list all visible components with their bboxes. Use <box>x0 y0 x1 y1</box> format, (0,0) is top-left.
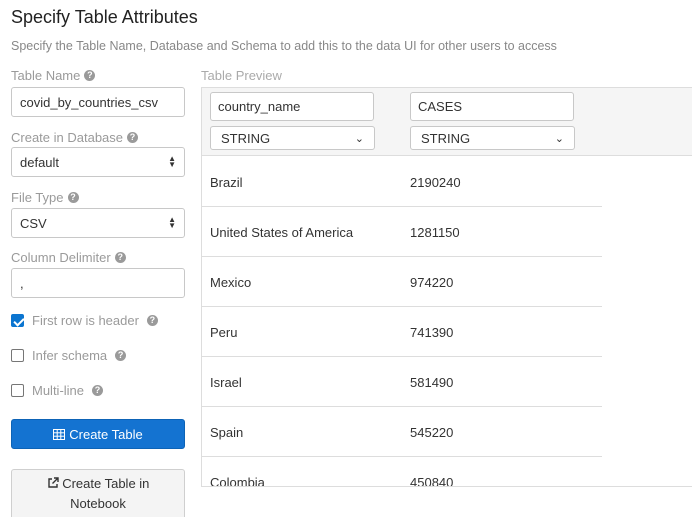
table-row: Mexico 974220 <box>202 257 602 307</box>
column-name-value: country_name <box>218 99 301 114</box>
table-preview-label: Table Preview <box>201 68 282 83</box>
preview-header: country_name STRING ⌄ CASES STRING ⌄ <box>202 88 692 156</box>
table-row: Israel 581490 <box>202 357 602 407</box>
cell-cases: 1281150 <box>410 225 460 240</box>
first-row-header-label: First row is header <box>32 313 139 328</box>
cell-cases: 581490 <box>410 375 454 390</box>
cell-country: Spain <box>210 425 244 440</box>
help-icon[interactable]: ? <box>127 132 139 143</box>
table-name-label-row: Table Name ? <box>11 68 96 83</box>
file-type-select[interactable]: CSV ▲ ▼ <box>11 208 185 238</box>
cell-cases: 545220 <box>410 425 454 440</box>
delimiter-value: , <box>20 275 24 291</box>
column-name-value: CASES <box>418 99 463 114</box>
delimiter-input[interactable]: , <box>11 268 185 298</box>
cell-country: Israel <box>210 375 242 390</box>
cell-country: Peru <box>210 325 238 340</box>
table-row: Colombia 450840 <box>202 457 602 487</box>
notebook-button-line1: Create Table in <box>12 474 184 494</box>
file-type-label: File Type <box>11 190 64 205</box>
page-title: Specify Table Attributes <box>11 7 198 27</box>
cell-country: United States of America <box>210 225 354 240</box>
column-type-value: STRING <box>221 130 271 146</box>
select-arrows-icon: ▲ ▼ <box>168 215 176 230</box>
first-row-header-option[interactable]: First row is header ? <box>11 313 158 328</box>
file-type-value: CSV <box>20 215 47 231</box>
cell-cases: 2190240 <box>410 175 461 190</box>
help-icon[interactable]: ? <box>114 252 126 263</box>
infer-schema-label: Infer schema <box>32 348 108 363</box>
table-grid-icon <box>53 428 66 440</box>
cell-country: Colombia <box>210 475 265 487</box>
select-arrows-icon: ▲ ▼ <box>168 154 176 169</box>
file-type-label-row: File Type ? <box>11 190 79 205</box>
notebook-button-text-2: Notebook <box>70 496 126 511</box>
table-row: Brazil 2190240 <box>202 157 602 207</box>
infer-schema-checkbox[interactable] <box>11 349 24 362</box>
page-subtitle: Specify the Table Name, Database and Sch… <box>11 39 557 53</box>
table-name-label: Table Name <box>11 68 81 83</box>
column-name-input[interactable]: country_name <box>210 92 374 121</box>
create-table-label: Create Table <box>69 426 143 442</box>
table-name-value: covid_by_countries_csv <box>20 94 159 110</box>
multi-line-checkbox[interactable] <box>11 384 24 397</box>
cell-cases: 741390 <box>410 325 454 340</box>
help-icon[interactable]: ? <box>115 350 127 361</box>
help-icon[interactable]: ? <box>146 315 158 326</box>
database-value: default <box>20 154 60 170</box>
cell-cases: 450840 <box>410 475 454 487</box>
column-type-select[interactable]: STRING ⌄ <box>410 126 575 150</box>
create-table-button[interactable]: Create Table <box>11 419 185 449</box>
table-preview: country_name STRING ⌄ CASES STRING ⌄ Bra… <box>201 87 692 487</box>
column-type-select[interactable]: STRING ⌄ <box>210 126 375 150</box>
table-row: Spain 545220 <box>202 407 602 457</box>
delimiter-label: Column Delimiter <box>11 250 111 265</box>
multi-line-option[interactable]: Multi-line ? <box>11 383 104 398</box>
table-name-input[interactable]: covid_by_countries_csv <box>11 87 185 117</box>
help-icon[interactable]: ? <box>67 192 79 203</box>
table-row: United States of America 1281150 <box>202 207 602 257</box>
table-row: Peru 741390 <box>202 307 602 357</box>
chevron-down-icon: ⌄ <box>354 132 364 145</box>
delimiter-label-row: Column Delimiter ? <box>11 250 126 265</box>
database-label: Create in Database <box>11 130 124 145</box>
cell-country: Brazil <box>210 175 243 190</box>
cell-cases: 974220 <box>410 275 454 290</box>
help-icon[interactable]: ? <box>92 385 104 396</box>
column-type-value: STRING <box>421 130 471 146</box>
multi-line-label: Multi-line <box>32 383 85 398</box>
infer-schema-option[interactable]: Infer schema ? <box>11 348 127 363</box>
chevron-down-icon: ⌄ <box>554 132 564 145</box>
database-label-row: Create in Database ? <box>11 130 139 145</box>
external-link-icon <box>47 477 59 488</box>
help-icon[interactable]: ? <box>84 70 96 81</box>
notebook-button-text-1: Create Table in <box>62 476 150 491</box>
database-select[interactable]: default ▲ ▼ <box>11 147 185 177</box>
preview-rows: Brazil 2190240 United States of America … <box>202 157 602 487</box>
create-table-in-notebook-button[interactable]: Create Table in Notebook <box>11 469 185 517</box>
cell-country: Mexico <box>210 275 252 290</box>
first-row-header-checkbox[interactable] <box>11 314 24 327</box>
column-name-input[interactable]: CASES <box>410 92 574 121</box>
